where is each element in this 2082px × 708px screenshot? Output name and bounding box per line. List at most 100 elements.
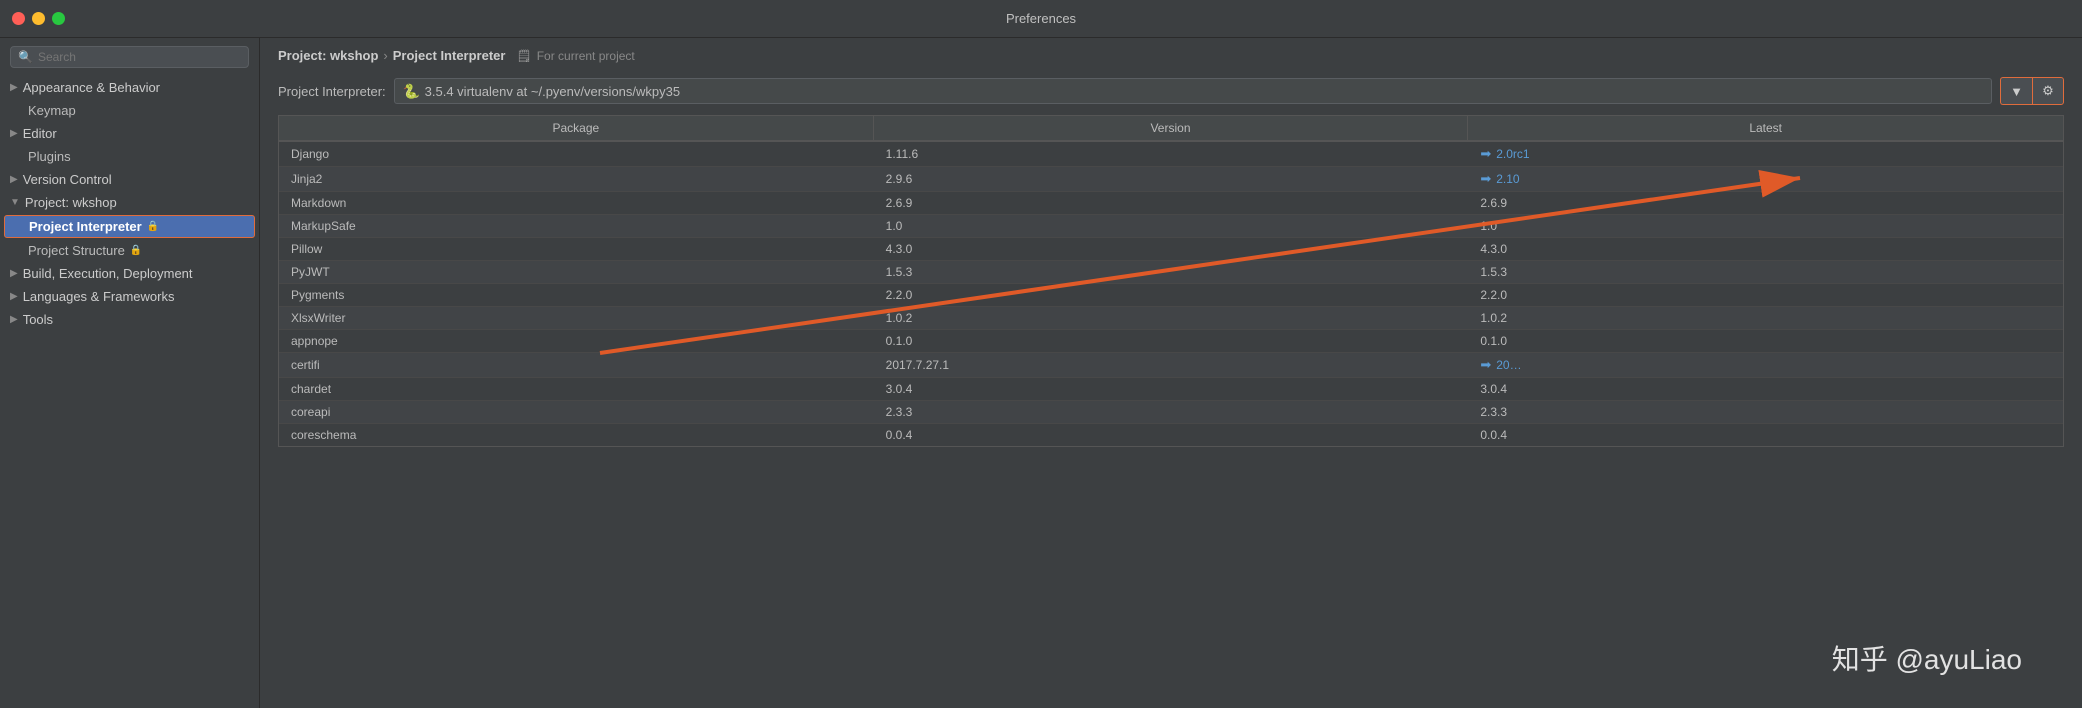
cell-latest: 4.3.0 bbox=[1468, 238, 2063, 260]
sidebar-item-keymap[interactable]: Keymap bbox=[0, 99, 259, 122]
table-row: XlsxWriter1.0.21.0.2 bbox=[279, 307, 2063, 330]
chevron-down-icon: ▼ bbox=[10, 197, 20, 208]
window-title: Preferences bbox=[1006, 11, 1076, 26]
cell-version: 0.0.4 bbox=[874, 424, 1469, 446]
chevron-right-icon: ▶ bbox=[10, 268, 18, 279]
cell-version: 2017.7.27.1 bbox=[874, 353, 1469, 377]
column-version: Version bbox=[874, 116, 1469, 140]
interpreter-value: 3.5.4 virtualenv at ~/.pyenv/versions/wk… bbox=[425, 84, 680, 99]
cell-version: 2.3.3 bbox=[874, 401, 1469, 423]
chevron-right-icon: ▶ bbox=[10, 174, 18, 185]
cell-version: 2.2.0 bbox=[874, 284, 1469, 306]
cell-package: coreapi bbox=[279, 401, 874, 423]
packages-table: Package Version Latest Django1.11.6➡2.0r… bbox=[278, 115, 2064, 708]
cell-latest: 1.0 bbox=[1468, 215, 2063, 237]
sidebar-item-project-structure[interactable]: Project Structure 🔒 bbox=[0, 239, 259, 262]
sidebar-item-version-control[interactable]: ▶ Version Control bbox=[0, 168, 259, 191]
gear-icon: ⚙ bbox=[2042, 83, 2054, 99]
cell-package: Jinja2 bbox=[279, 167, 874, 191]
cell-version: 3.0.4 bbox=[874, 378, 1469, 400]
table-row: PyJWT1.5.31.5.3 bbox=[279, 261, 2063, 284]
lock-icon: 🔒 bbox=[130, 245, 142, 256]
sidebar-item-languages-frameworks[interactable]: ▶ Languages & Frameworks bbox=[0, 285, 259, 308]
search-icon: 🔍 bbox=[18, 50, 33, 64]
breadcrumb-separator: › bbox=[383, 48, 387, 63]
search-input[interactable] bbox=[38, 50, 241, 64]
cell-package: certifi bbox=[279, 353, 874, 377]
interpreter-select[interactable]: 🐍 3.5.4 virtualenv at ~/.pyenv/versions/… bbox=[394, 78, 1992, 104]
content-area: Project: wkshop › Project Interpreter 🗒 … bbox=[260, 38, 2082, 708]
main-layout: 🔍 ▶ Appearance & Behavior Keymap ▶ Edito… bbox=[0, 38, 2082, 708]
chevron-right-icon: ▶ bbox=[10, 128, 18, 139]
table-row: Pillow4.3.04.3.0 bbox=[279, 238, 2063, 261]
column-latest: Latest bbox=[1468, 116, 2063, 140]
cell-latest: 3.0.4 bbox=[1468, 378, 2063, 400]
cell-latest: ➡2.0rc1 bbox=[1468, 142, 2063, 166]
content-wrapper: Project: wkshop › Project Interpreter 🗒 … bbox=[260, 38, 2082, 708]
sidebar-item-project-wkshop[interactable]: ▼ Project: wkshop bbox=[0, 191, 259, 214]
table-row: Jinja22.9.6➡2.10 bbox=[279, 167, 2063, 192]
interpreter-actions: ▼ ⚙ bbox=[2000, 77, 2064, 105]
table-row: Pygments2.2.02.2.0 bbox=[279, 284, 2063, 307]
table-row: chardet3.0.43.0.4 bbox=[279, 378, 2063, 401]
close-button[interactable] bbox=[12, 12, 25, 25]
table-row: MarkupSafe1.01.0 bbox=[279, 215, 2063, 238]
lock-icon: 🔒 bbox=[147, 221, 159, 232]
cell-version: 2.9.6 bbox=[874, 167, 1469, 191]
cell-latest: ➡20… bbox=[1468, 353, 2063, 377]
chevron-right-icon: ▶ bbox=[10, 82, 18, 93]
cell-latest: 1.0.2 bbox=[1468, 307, 2063, 329]
cell-version: 1.0.2 bbox=[874, 307, 1469, 329]
table-row: appnope0.1.00.1.0 bbox=[279, 330, 2063, 353]
cell-version: 1.5.3 bbox=[874, 261, 1469, 283]
cell-version: 1.11.6 bbox=[874, 142, 1469, 166]
sidebar-item-tools[interactable]: ▶ Tools bbox=[0, 308, 259, 331]
cell-latest: ➡2.10 bbox=[1468, 167, 2063, 191]
cell-version: 4.3.0 bbox=[874, 238, 1469, 260]
table-row: Markdown2.6.92.6.9 bbox=[279, 192, 2063, 215]
window-controls bbox=[12, 12, 65, 25]
breadcrumb-page: Project Interpreter bbox=[393, 48, 506, 63]
chevron-down-icon: ▼ bbox=[2010, 84, 2023, 99]
interpreter-label: Project Interpreter: bbox=[278, 84, 386, 99]
breadcrumb-tag-text: For current project bbox=[537, 49, 635, 63]
cell-package: Pygments bbox=[279, 284, 874, 306]
cell-latest: 2.2.0 bbox=[1468, 284, 2063, 306]
cell-package: PyJWT bbox=[279, 261, 874, 283]
cell-package: Pillow bbox=[279, 238, 874, 260]
interpreter-settings-button[interactable]: ⚙ bbox=[2032, 77, 2064, 105]
maximize-button[interactable] bbox=[52, 12, 65, 25]
minimize-button[interactable] bbox=[32, 12, 45, 25]
table-header: Package Version Latest bbox=[278, 115, 2064, 142]
search-box[interactable]: 🔍 bbox=[10, 46, 249, 68]
cell-latest: 0.0.4 bbox=[1468, 424, 2063, 446]
sidebar-item-appearance[interactable]: ▶ Appearance & Behavior bbox=[0, 76, 259, 99]
table-body: Django1.11.6➡2.0rc1Jinja22.9.6➡2.10Markd… bbox=[278, 142, 2064, 447]
cell-version: 2.6.9 bbox=[874, 192, 1469, 214]
cell-package: MarkupSafe bbox=[279, 215, 874, 237]
sidebar: 🔍 ▶ Appearance & Behavior Keymap ▶ Edito… bbox=[0, 38, 260, 708]
update-arrow-icon: ➡ bbox=[1480, 146, 1491, 162]
table-row: certifi2017.7.27.1➡20… bbox=[279, 353, 2063, 378]
chevron-right-icon: ▶ bbox=[10, 291, 18, 302]
sidebar-item-project-interpreter[interactable]: Project Interpreter 🔒 bbox=[4, 215, 255, 238]
table-row: coreapi2.3.32.3.3 bbox=[279, 401, 2063, 424]
breadcrumb: Project: wkshop › Project Interpreter 🗒 … bbox=[260, 38, 2082, 71]
sidebar-item-editor[interactable]: ▶ Editor bbox=[0, 122, 259, 145]
sidebar-item-plugins[interactable]: Plugins bbox=[0, 145, 259, 168]
update-arrow-icon: ➡ bbox=[1480, 357, 1491, 373]
cell-package: coreschema bbox=[279, 424, 874, 446]
chevron-right-icon: ▶ bbox=[10, 314, 18, 325]
breadcrumb-tag-icon: 🗒 bbox=[516, 49, 531, 63]
interpreter-dropdown-button[interactable]: ▼ bbox=[2000, 77, 2032, 105]
cell-version: 0.1.0 bbox=[874, 330, 1469, 352]
interpreter-row: Project Interpreter: 🐍 3.5.4 virtualenv … bbox=[260, 71, 2082, 115]
cell-package: Django bbox=[279, 142, 874, 166]
table-row: coreschema0.0.40.0.4 bbox=[279, 424, 2063, 446]
cell-package: XlsxWriter bbox=[279, 307, 874, 329]
sidebar-item-build-execution[interactable]: ▶ Build, Execution, Deployment bbox=[0, 262, 259, 285]
cell-version: 1.0 bbox=[874, 215, 1469, 237]
cell-latest: 2.3.3 bbox=[1468, 401, 2063, 423]
cell-package: chardet bbox=[279, 378, 874, 400]
column-package: Package bbox=[279, 116, 874, 140]
